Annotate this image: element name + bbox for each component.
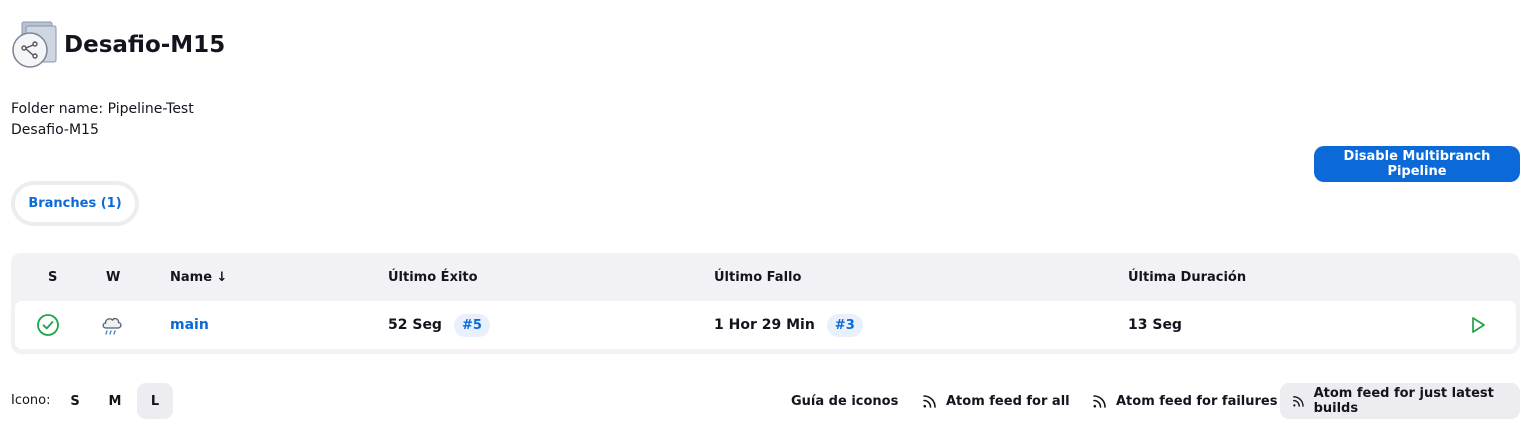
table-row: main 52 Seg #5 1 Hor 29 Min #3 13 Seg [15, 301, 1516, 349]
icon-legend-link[interactable]: Guía de iconos [779, 383, 910, 419]
rss-icon [1093, 395, 1106, 408]
atom-feed-all-link[interactable]: Atom feed for all [910, 383, 1082, 419]
column-header-weather[interactable]: W [106, 270, 120, 285]
column-header-name[interactable]: Name ↓ [170, 270, 227, 285]
last-success-cell: 52 Seg #5 [388, 301, 490, 349]
column-header-status[interactable]: S [48, 270, 57, 285]
success-check-icon [36, 301, 60, 349]
column-header-last-failure[interactable]: Último Fallo [714, 270, 801, 285]
atom-feed-failures-link[interactable]: Atom feed for failures [1080, 383, 1289, 419]
project-name-text: Desafio-M15 [11, 122, 99, 138]
tab-branches[interactable]: Branches (1) [15, 185, 135, 222]
table-header: S W Name ↓ Último Éxito Último Fallo Últ… [15, 253, 1516, 301]
icon-size-l-button[interactable]: L [137, 383, 173, 419]
atom-feed-latest-label: Atom feed for just latest builds [1313, 386, 1494, 416]
icon-size-label: Icono: [11, 393, 51, 408]
disable-multibranch-pipeline-button[interactable]: Disable Multibranch Pipeline [1314, 146, 1520, 182]
atom-feed-all-label: Atom feed for all [946, 393, 1070, 409]
play-icon[interactable] [1468, 301, 1488, 349]
last-failure-cell: 1 Hor 29 Min #3 [714, 301, 863, 349]
tab-bar: Branches (1) [11, 181, 139, 226]
rain-cloud-icon [99, 301, 125, 349]
page-header: Desafio-M15 [10, 20, 225, 70]
folder-name-text: Folder name: Pipeline-Test [11, 101, 194, 117]
multibranch-folder-icon [10, 20, 60, 70]
last-success-build-link[interactable]: #5 [453, 313, 490, 337]
icon-legend-label: Guía de iconos [791, 393, 899, 409]
rss-icon [923, 395, 936, 408]
last-failure-time: 1 Hor 29 Min [714, 317, 815, 333]
page-footer: Icono: S M L Guía de iconos Atom feed fo… [0, 383, 1539, 419]
atom-feed-latest-link[interactable]: Atom feed for just latest builds [1280, 383, 1520, 419]
icon-size-s-button[interactable]: S [57, 383, 93, 419]
last-duration-text: 13 Seg [1128, 317, 1182, 333]
branch-name-link[interactable]: main [170, 317, 209, 333]
column-header-last-success[interactable]: Último Éxito [388, 270, 478, 285]
project-description: Folder name: Pipeline-Test Desafio-M15 [11, 99, 194, 141]
column-header-last-duration[interactable]: Última Duración [1128, 270, 1246, 285]
rss-icon [1293, 396, 1304, 407]
icon-size-m-button[interactable]: M [97, 383, 133, 419]
last-failure-build-link[interactable]: #3 [826, 313, 863, 337]
atom-feed-failures-label: Atom feed for failures [1116, 393, 1278, 409]
branches-table: S W Name ↓ Último Éxito Último Fallo Últ… [11, 253, 1520, 354]
page-title: Desafio-M15 [64, 32, 226, 58]
last-success-time: 52 Seg [388, 317, 442, 333]
